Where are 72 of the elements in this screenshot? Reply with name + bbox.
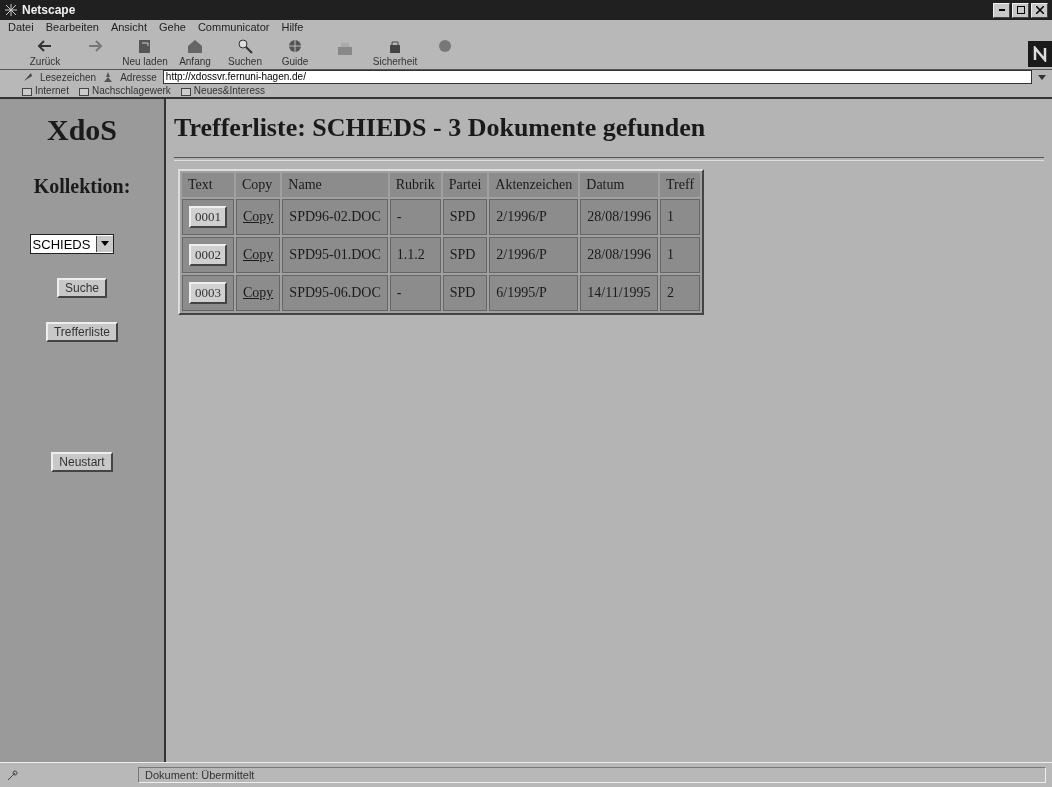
maximize-icon xyxy=(1016,6,1025,14)
netscape-logo xyxy=(1028,41,1052,67)
close-button[interactable] xyxy=(1031,2,1048,18)
table-cell: SPD95-06.DOC xyxy=(282,275,388,311)
menu-item[interactable]: Communicator xyxy=(197,21,270,36)
table-cell: SPD95-01.DOC xyxy=(282,237,388,273)
table-cell: 6/1995/P xyxy=(489,275,579,311)
logo: XdoS xyxy=(46,113,117,147)
table-cell: - xyxy=(389,199,441,235)
column-header: Copy xyxy=(236,173,281,197)
toolbar-button[interactable]: Sicherheit xyxy=(372,56,418,67)
minimize-button[interactable] xyxy=(993,2,1010,18)
toolbar-button[interactable]: Neu laden xyxy=(122,56,168,67)
menu-item[interactable]: Gehe xyxy=(159,21,186,36)
collection-select[interactable]: SCHIEDS xyxy=(29,234,115,254)
table-cell: SPD xyxy=(442,275,488,311)
close-icon xyxy=(1035,6,1044,14)
page-heading: Trefferliste: SCHIEDS - 3 Dokumente gefunden xyxy=(174,113,707,143)
sidebar-button[interactable]: Neustart xyxy=(51,452,113,472)
folder-icon xyxy=(180,85,191,96)
column-header: Rubrik xyxy=(389,173,441,197)
menu-item[interactable]: Datei xyxy=(8,21,34,36)
table-cell: SPD xyxy=(442,199,488,235)
printer-icon xyxy=(338,43,352,55)
dropdown-caret-icon xyxy=(101,241,110,247)
personal-bar-item[interactable]: Neues&Interess xyxy=(193,85,265,96)
dropdown-caret-icon[interactable] xyxy=(1038,73,1046,81)
table-cell: 2 xyxy=(660,275,701,311)
column-header: Text xyxy=(182,173,234,197)
maximize-button[interactable] xyxy=(1012,2,1029,18)
personal-bar-item[interactable]: Internet xyxy=(35,85,69,96)
window-title: Netscape xyxy=(22,3,76,17)
column-header: Datum xyxy=(580,173,659,197)
table-cell: SPD96-02.DOC xyxy=(282,199,388,235)
bookmarks-button[interactable]: Lesezeichen xyxy=(40,71,97,83)
table-cell: 1.1.2 xyxy=(389,237,441,273)
sidebar-button[interactable]: Trefferliste xyxy=(46,322,118,342)
table-cell: - xyxy=(389,275,441,311)
table-cell: 28/08/1996 xyxy=(580,199,659,235)
menu-item[interactable]: Ansicht xyxy=(110,21,147,36)
table-cell: 2/1996/P xyxy=(489,199,579,235)
sidebar-heading: Kollektion: xyxy=(33,175,131,198)
column-header: Name xyxy=(282,173,388,197)
toolbar-button[interactable]: Suchen xyxy=(228,56,262,67)
table-cell: 2/1996/P xyxy=(489,237,579,273)
address-label: Adresse xyxy=(120,71,157,83)
toolbar-button[interactable]: Anfang xyxy=(179,56,211,67)
table-cell: 28/08/1996 xyxy=(580,237,659,273)
menu-item[interactable]: Bearbeiten xyxy=(45,21,99,36)
column-header: Partei xyxy=(442,173,488,197)
minimize-icon xyxy=(998,9,1005,11)
status-message: Dokument: Übermittelt xyxy=(138,767,1046,783)
table-cell: 1 xyxy=(660,237,701,273)
document-button[interactable]: 0002 xyxy=(189,244,227,266)
search-icon xyxy=(236,37,254,55)
security-key-icon xyxy=(6,768,20,782)
document-button[interactable]: 0003 xyxy=(189,282,227,304)
column-header: Treff xyxy=(660,173,701,197)
sidebar-button[interactable]: Suche xyxy=(57,278,107,298)
toolbar-button[interactable]: Zurück xyxy=(29,56,61,67)
address-field[interactable]: http://xdossvr.fernuni-hagen.de/ xyxy=(162,70,1032,84)
table-cell: 1 xyxy=(660,199,701,235)
folder-icon xyxy=(22,85,32,96)
document-button[interactable]: 0001 xyxy=(189,206,227,228)
menu-item[interactable]: Hilfe xyxy=(281,21,304,36)
table-cell: 14/11/1995 xyxy=(580,275,659,311)
column-header: Aktenzeichen xyxy=(489,173,579,197)
table-cell: SPD xyxy=(442,237,488,273)
toolbar-button[interactable]: Guide xyxy=(281,56,309,67)
personal-bar-item[interactable]: Nachschlagewerk xyxy=(91,85,171,96)
folder-icon xyxy=(78,85,89,96)
app-icon xyxy=(4,3,18,17)
